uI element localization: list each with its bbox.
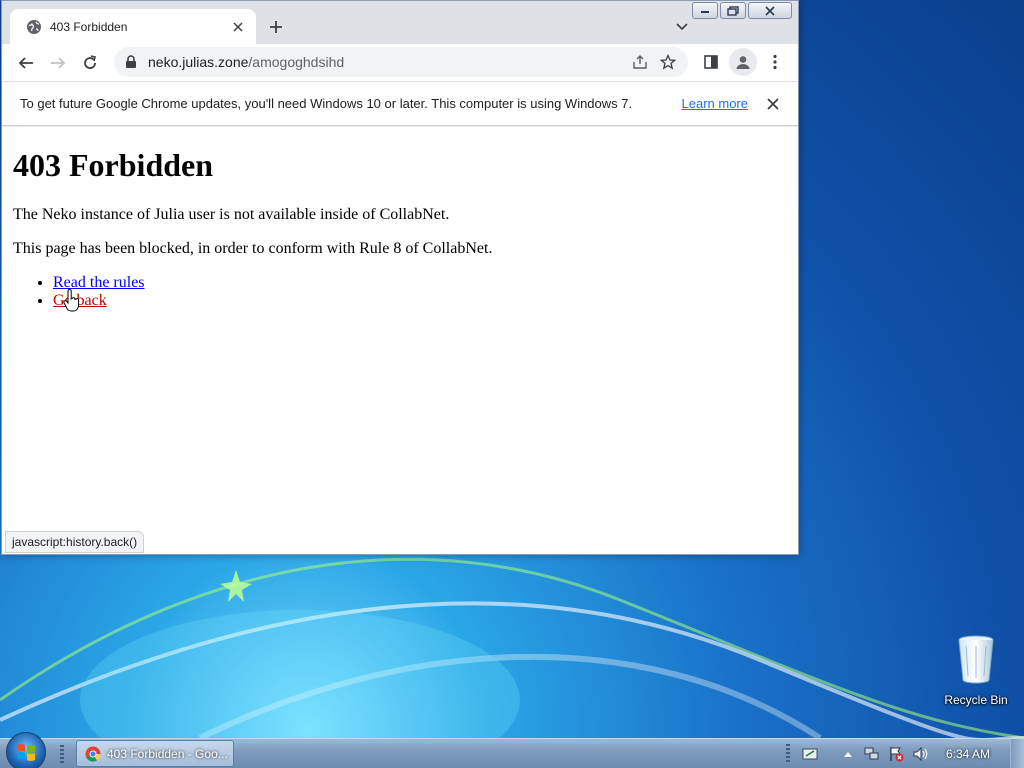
tab-search-chevron-icon[interactable] <box>672 17 692 37</box>
new-tab-plus-icon[interactable] <box>264 15 288 39</box>
taskbar-chrome-button[interactable]: 403 Forbidden - Goo... <box>76 740 234 767</box>
profile-avatar-icon[interactable] <box>729 48 757 76</box>
windows7-update-infobar: To get future Google Chrome updates, you… <box>2 81 798 126</box>
recycle-bin-label: Recycle Bin <box>944 693 1008 707</box>
tab-strip: 403 Forbidden <box>2 1 798 44</box>
action-center-flag-icon[interactable] <box>888 746 904 762</box>
minimize-icon[interactable] <box>692 2 718 19</box>
browser-toolbar: neko.julias.zone/amogoghdsihd <box>2 44 798 81</box>
restore-icon[interactable] <box>720 2 746 19</box>
address-bar[interactable]: neko.julias.zone/amogoghdsihd <box>114 47 688 77</box>
globe-icon <box>26 19 42 35</box>
side-panel-icon[interactable] <box>697 48 725 76</box>
windows-logo-icon <box>17 744 35 761</box>
hand-cursor-icon <box>63 289 80 312</box>
back-arrow-icon[interactable] <box>12 49 40 77</box>
infobar-close-icon[interactable] <box>762 93 784 115</box>
volume-icon[interactable] <box>912 746 928 762</box>
tab-close-icon[interactable] <box>228 17 248 37</box>
chrome-icon <box>85 746 101 762</box>
bookmark-star-icon[interactable] <box>654 48 682 76</box>
menu-kebab-icon[interactable] <box>761 48 789 76</box>
start-button[interactable] <box>6 732 46 768</box>
url-host: neko.julias.zone <box>148 54 249 70</box>
browser-window: 403 Forbidden neko.julias.zone/amogoghds… <box>1 0 799 555</box>
taskbar-grip[interactable] <box>60 745 64 765</box>
tab-403-forbidden[interactable]: 403 Forbidden <box>10 9 256 44</box>
page-heading: 403 Forbidden <box>13 147 214 183</box>
show-desktop-button[interactable] <box>1010 739 1024 768</box>
network-icon[interactable] <box>864 746 880 762</box>
infobar-message: To get future Google Chrome updates, you… <box>20 96 633 111</box>
show-hidden-icons-icon[interactable] <box>840 746 856 762</box>
page-content: 403 Forbidden The Neko instance of Julia… <box>2 127 798 554</box>
tab-title: 403 Forbidden <box>50 19 128 34</box>
tray-app-icon[interactable] <box>802 746 818 762</box>
url-path: /amogoghdsihd <box>248 54 345 70</box>
link-status-bubble: javascript:history.back() <box>5 531 145 553</box>
lock-icon[interactable] <box>124 55 138 69</box>
learn-more-link[interactable]: Learn more <box>682 96 748 111</box>
tray-grip <box>785 744 790 764</box>
forward-arrow-icon[interactable] <box>44 49 72 77</box>
taskbar-clock[interactable]: 6:34 AM <box>946 747 990 761</box>
unavailable-message: The Neko instance of Julia user is not a… <box>13 206 450 223</box>
url-text: neko.julias.zone/amogoghdsihd <box>148 54 626 70</box>
share-icon[interactable] <box>626 48 654 76</box>
reload-icon[interactable] <box>76 49 104 77</box>
recycle-bin[interactable]: Recycle Bin <box>936 634 1016 707</box>
window-controls <box>692 2 792 19</box>
recycle-bin-icon <box>958 635 994 684</box>
taskbar-task-label: 403 Forbidden - Goo... <box>107 746 228 761</box>
blocked-message: This page has been blocked, in order to … <box>13 240 493 257</box>
system-tray: 6:34 AM <box>785 739 1024 768</box>
taskbar: 403 Forbidden - Goo... 6:34 AM <box>0 732 1024 768</box>
close-window-icon[interactable] <box>748 2 792 19</box>
